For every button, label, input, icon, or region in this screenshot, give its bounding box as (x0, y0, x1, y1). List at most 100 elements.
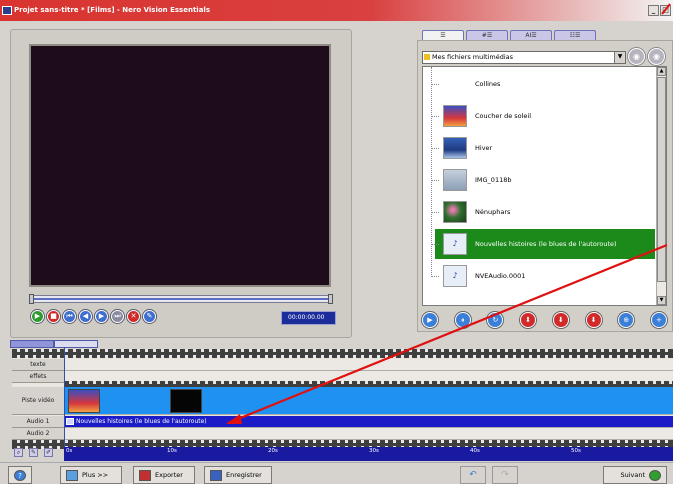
scrubber-fill (31, 298, 331, 300)
video-track[interactable] (64, 387, 673, 415)
import-disc-button[interactable]: ⬇ (552, 312, 569, 328)
import-button[interactable]: ◉ (648, 48, 665, 65)
edit-button[interactable]: ✎ (143, 310, 156, 323)
previous-button[interactable]: ⏮ (63, 310, 76, 323)
tab-view-list[interactable]: ☰ (422, 30, 464, 40)
ruler-tick: 30s (369, 448, 379, 454)
save-icon (210, 469, 222, 481)
audio-track-2[interactable] (64, 428, 673, 440)
text-track[interactable] (64, 359, 673, 371)
play-media-button[interactable]: ▶ (422, 312, 438, 328)
window-title: Projet sans-titre * [Films] - Nero Visio… (14, 6, 210, 14)
redo-button[interactable]: ↷ (492, 466, 518, 484)
ruler-tick: 50s (571, 448, 581, 454)
filmstrip-top (12, 349, 673, 358)
track-label-effects: effets (12, 371, 64, 383)
media-list-scrollbar[interactable]: ▲ ▼ (656, 67, 666, 305)
pen-icon[interactable]: ✐ (44, 448, 53, 457)
window-controls: _ □ (648, 5, 671, 16)
ruler-tick: 20s (268, 448, 278, 454)
preview-scrubber[interactable] (29, 294, 333, 304)
list-item[interactable]: Hiver (431, 133, 655, 163)
tab-storyboard[interactable] (10, 340, 54, 348)
next-button[interactable]: ⏭ (111, 310, 124, 323)
export-label: Exporter (155, 471, 183, 479)
list-item[interactable]: ♪ NVEAudio.0001 (431, 261, 655, 291)
zoom-icon[interactable]: ⌕ (14, 448, 23, 457)
media-source-dropdown[interactable]: Mes fichiers multimédias ▼ (422, 51, 626, 64)
time-ruler[interactable]: 0s 10s 20s 30s 40s 50s (64, 447, 673, 461)
stop-button[interactable]: ■ (47, 310, 60, 323)
undo-button[interactable]: ↶ (460, 466, 486, 484)
tab-view-details[interactable]: #☰ (466, 30, 508, 40)
audio-clip-label[interactable]: Nouvelles histoires (le blues de l'autor… (76, 418, 207, 425)
scrubber-end-handle[interactable] (328, 294, 333, 304)
video-clip-sunset[interactable] (68, 389, 100, 413)
tab-timeline[interactable] (54, 340, 98, 348)
tab-view-grid[interactable]: ☷☰ (554, 30, 596, 40)
play-button[interactable]: ▶ (31, 310, 44, 323)
bottom-action-bar: ? Plus >> Exporter Enregistrer ↶ ↷ Suiva… (0, 462, 673, 484)
more-label: Plus >> (82, 471, 109, 479)
export-button[interactable]: Exporter (133, 466, 195, 484)
timecode-display[interactable]: 00:00:00.00 (281, 311, 336, 325)
rewind-button[interactable]: ◀ (79, 310, 92, 323)
timeline-view-tabs (10, 340, 98, 348)
list-item[interactable]: IMG_0118b (431, 165, 655, 195)
browse-folder-button[interactable]: ◉ (628, 48, 645, 65)
media-thumbnail (443, 169, 467, 191)
minimize-button[interactable]: _ (648, 5, 659, 16)
media-item-label: NVEAudio.0001 (475, 272, 526, 280)
capture-button[interactable]: ⬇ (520, 312, 537, 328)
ruler-tools: ⌕ ✎ ✐ (14, 448, 53, 457)
pause-media-button[interactable]: ⏸ (454, 312, 471, 328)
list-item[interactable]: Nénuphars (431, 197, 655, 227)
forward-button[interactable]: ▶ (95, 310, 108, 323)
media-item-label: Hiver (475, 144, 493, 152)
scroll-down-arrow[interactable]: ▼ (657, 296, 666, 305)
media-item-label: Nénuphars (475, 208, 511, 216)
timeline-playhead[interactable] (64, 347, 65, 457)
list-item[interactable]: Collines (431, 69, 655, 99)
app-icon (2, 6, 12, 15)
ruler-tick: 0s (66, 448, 73, 454)
import-device-button[interactable]: ⬇ (585, 312, 602, 328)
ruler-tick: 40s (470, 448, 480, 454)
zoom-button[interactable]: ⊕ (618, 312, 635, 328)
media-item-label: Coucher de soleil (475, 112, 532, 120)
track-label-text: texte (12, 359, 64, 371)
tree-line (431, 67, 432, 277)
video-clip-black[interactable] (170, 389, 202, 413)
scrubber-start-handle[interactable] (29, 294, 34, 304)
export-icon (139, 469, 151, 481)
pencil-icon[interactable]: ✎ (29, 448, 38, 457)
save-button[interactable]: Enregistrer (204, 466, 272, 484)
transport-controls: ▶ ■ ⏮ ◀ ▶ ⏭ ✕ ✎ (31, 310, 156, 323)
delete-button[interactable]: ✕ (127, 310, 140, 323)
media-item-label: IMG_0118b (475, 176, 512, 184)
tab-view-sort[interactable]: AI☰ (510, 30, 552, 40)
list-item[interactable]: Coucher de soleil (431, 101, 655, 131)
scroll-thumb[interactable] (657, 77, 666, 282)
help-button[interactable]: ? (8, 466, 32, 484)
add-media-button[interactable]: + (650, 312, 667, 328)
list-item[interactable]: ♪ Nouvelles histoires (le blues de l'aut… (431, 229, 655, 259)
save-label: Enregistrer (226, 471, 262, 479)
ruler-tick: 10s (167, 448, 177, 454)
scroll-up-arrow[interactable]: ▲ (657, 67, 666, 76)
preview-panel: ▶ ■ ⏮ ◀ ▶ ⏭ ✕ ✎ 00:00:00.00 (10, 29, 352, 338)
media-list[interactable]: Collines Coucher de soleil Hiver IMG_011… (422, 66, 667, 306)
video-preview-screen (29, 44, 331, 287)
browser-toolbar: ▶ ⏸ ↻ ⬇ ⬇ ⬇ ⊕ + (422, 312, 667, 328)
refresh-button[interactable]: ↻ (487, 312, 504, 328)
chevron-down-icon[interactable]: ▼ (614, 52, 625, 63)
folder-icon (424, 54, 430, 60)
track-label-video: Piste vidéo (12, 387, 64, 415)
next-arrow-icon (649, 469, 661, 481)
maximize-button[interactable]: □ (660, 5, 671, 16)
track-label-audio1: Audio 1 (12, 416, 64, 428)
title-bar: Projet sans-titre * [Films] - Nero Visio… (0, 0, 673, 21)
track-label-audio2: Audio 2 (12, 428, 64, 440)
next-step-button[interactable]: Suivant (603, 466, 667, 484)
more-button[interactable]: Plus >> (60, 466, 122, 484)
